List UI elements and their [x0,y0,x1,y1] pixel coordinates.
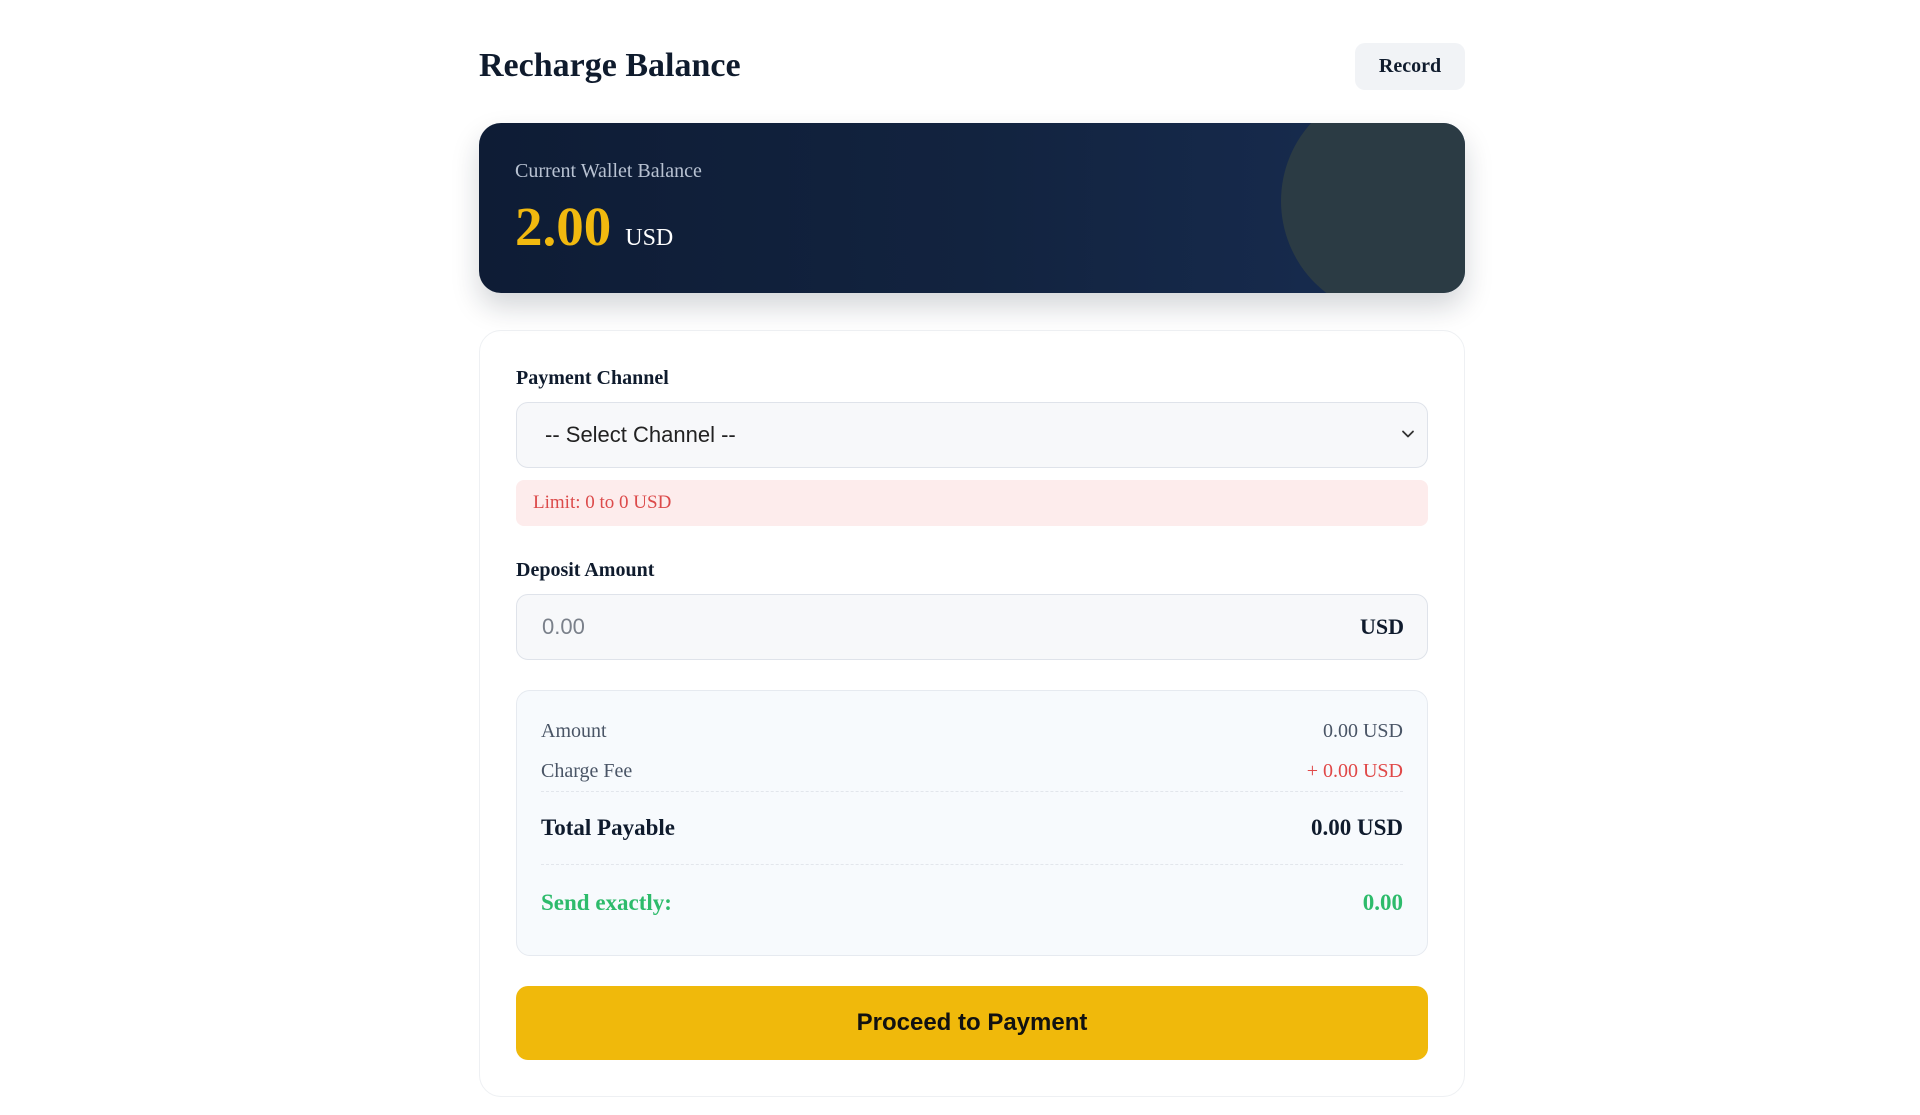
balance-value: 2.00 [515,196,612,257]
summary-send-label: Send exactly: [541,890,672,915]
summary-total-value: 0.00 USD [1310,815,1403,840]
deposit-amount-field: USD [516,594,1428,660]
chevron-down-icon [1402,430,1414,438]
summary-send-value: 0.00 [1362,890,1403,915]
proceed-to-payment-button[interactable]: Proceed to Payment [516,986,1428,1060]
payment-channel-select[interactable]: -- Select Channel -- [516,402,1428,468]
summary-send-row: Send exactly: 0.00 [541,865,1403,935]
amount-currency: USD [1359,614,1404,639]
summary-fee-row: Charge Fee + 0.00 USD [541,751,1403,791]
decorative-circle [1281,123,1465,293]
summary-amount-row: Amount 0.00 USD [541,711,1403,751]
deposit-amount-input[interactable] [540,613,1144,641]
summary-amount-label: Amount [541,719,607,742]
payment-summary: Amount 0.00 USD Charge Fee + 0.00 USD To… [516,690,1428,956]
summary-fee-value: + 0.00 USD [1306,759,1403,782]
page-title: Recharge Balance [479,47,741,84]
limit-notice: Limit: 0 to 0 USD [516,480,1428,526]
recharge-form: Payment Channel -- Select Channel -- Lim… [479,330,1465,1097]
selected-channel: -- Select Channel -- [545,422,736,447]
summary-total-row: Total Payable 0.00 USD [541,792,1403,864]
wallet-balance-card: Current Wallet Balance 2.00 USD [479,123,1465,293]
balance-currency: USD [625,225,674,251]
balance-amount-row: 2.00 USD [515,195,673,258]
page-header: Recharge Balance Record [479,42,1465,90]
summary-total-label: Total Payable [541,815,675,840]
balance-label: Current Wallet Balance [515,160,702,182]
deposit-amount-label: Deposit Amount [516,559,655,581]
payment-channel-label: Payment Channel [516,367,669,389]
summary-fee-label: Charge Fee [541,759,633,782]
summary-amount-value: 0.00 USD [1322,719,1403,742]
recharge-page: Recharge Balance Record Current Wallet B… [479,0,1465,1097]
record-button[interactable]: Record [1355,42,1465,90]
